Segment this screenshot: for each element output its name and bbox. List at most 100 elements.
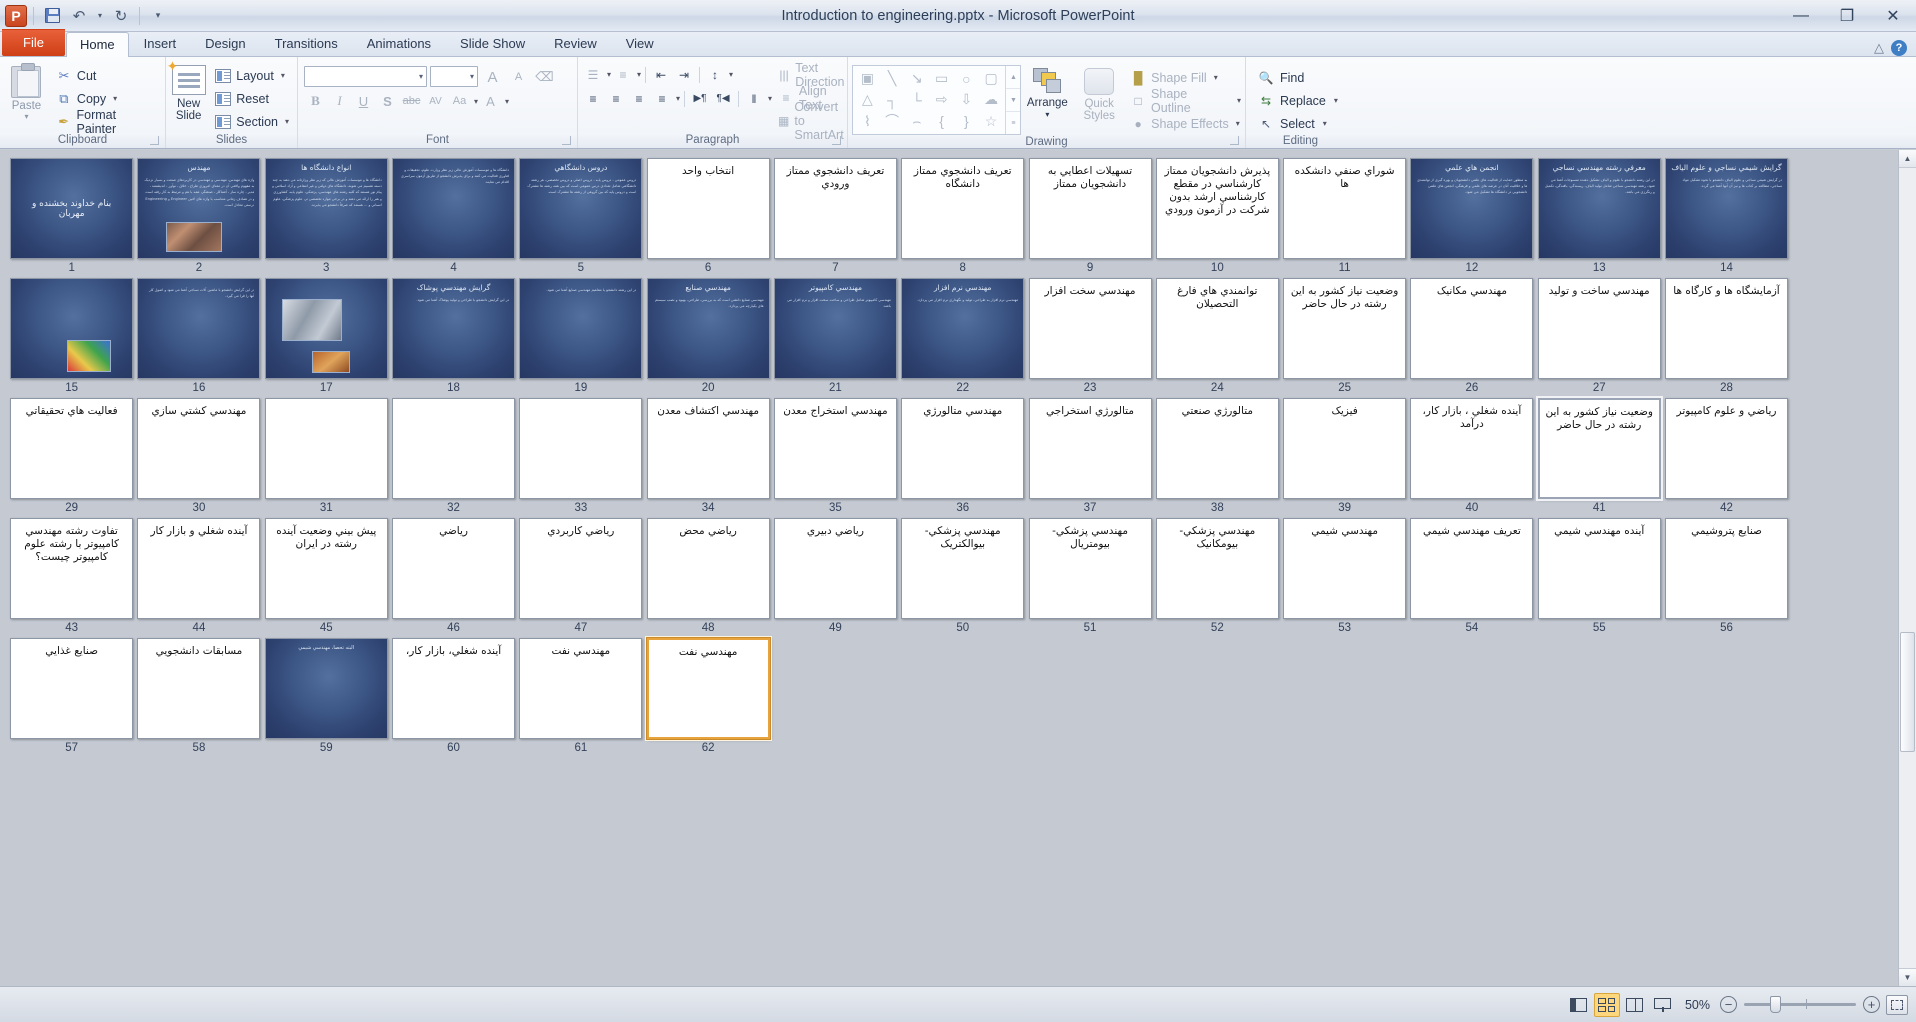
slide-thumbnail[interactable]: آينده شغلي ، بازار کار، درآمد (1410, 398, 1534, 499)
shape-item-12[interactable]: ⌇ (855, 111, 880, 132)
shapes-gallery[interactable]: ▣ ╲ ↘ ▭ ○ ▢ △ ┐ └ ⇨ ⇩ ☁ ⌇ ⌒ ⌢{} ☆ ▲ ▼ ≡ (852, 65, 1022, 135)
tab-slide-show[interactable]: Slide Show (446, 31, 539, 56)
find-button[interactable]: 🔍 Find (1254, 67, 1342, 88)
slide-thumbnail[interactable]: متالورژي صنعتي (1155, 398, 1279, 499)
slide-thumbnail-wrapper[interactable]: گرايش شيمي نساجي و علوم الياف در گرايش شي… (1663, 156, 1790, 261)
slide-cell[interactable]: آينده شغلي و بازار کار 44 (135, 516, 262, 635)
slide-cell[interactable]: انتخاب واحد 6 (644, 156, 771, 275)
slide-cell[interactable]: فعاليت هاي تحقيقاتي 29 (8, 396, 135, 515)
undo-button[interactable]: ↶ (67, 4, 91, 28)
slide-cell[interactable]: مسابقات دانشجويي 58 (135, 636, 262, 755)
slide-thumbnail-wrapper[interactable]: تعريف دانشجوي ممتاز دانشگاه (899, 156, 1026, 261)
paragraph-dialog-launcher[interactable] (832, 136, 841, 145)
replace-dropdown-icon[interactable]: ▾ (1334, 96, 1338, 105)
slide-cell[interactable]: آزمايشگاه ها و کارگاه ها 28 (1663, 276, 1790, 395)
slide-thumbnail[interactable]: رياضي کاربردي (519, 518, 643, 619)
slide-cell[interactable]: گرايش شيمي نساجي و علوم الياف در گرايش شي… (1663, 156, 1790, 275)
shapes-scroll-up-icon[interactable]: ▲ (1006, 66, 1021, 89)
slide-thumbnail-wrapper[interactable]: مهندسي صنايع مهندسي صنايع دانشي است که به… (645, 276, 772, 381)
shapes-scroll-down-icon[interactable]: ▼ (1006, 89, 1021, 112)
slide-cell[interactable]: گرايش مهندسي پوشاک در اين گرايش دانشجو با… (390, 276, 517, 395)
slide-thumbnail-wrapper[interactable]: رياضي (390, 516, 517, 621)
scroll-down-button[interactable]: ▼ (1899, 968, 1916, 986)
copy-dropdown-icon[interactable]: ▾ (113, 94, 117, 103)
zoom-out-button[interactable]: − (1720, 996, 1737, 1013)
slide-cell[interactable]: صنايع غذايي 57 (8, 636, 135, 755)
slide-thumbnail-wrapper[interactable]: مهندسي ساخت و توليد (1536, 276, 1663, 381)
slide-cell[interactable]: در اين رشته دانشجو با مفاهيم مهندسي صناي… (517, 276, 644, 395)
slide-thumbnail-wrapper[interactable]: آينده شغلي و بازار کار (135, 516, 262, 621)
slide-cell[interactable]: آينده مهندسي شيمي 55 (1536, 516, 1663, 635)
quick-access-toolbar[interactable]: P ↶ ▾ ↻ ▾ (0, 0, 170, 31)
slide-thumbnail[interactable] (519, 398, 643, 499)
line-spacing-button[interactable]: ↕ (704, 64, 726, 85)
drawing-dialog-launcher[interactable] (1230, 136, 1239, 145)
slide-thumbnail[interactable]: تعريف دانشجوي ممتاز دانشگاه (901, 158, 1025, 259)
slide-thumbnail[interactable]: در اين رشته دانشجو با مفاهيم مهندسي صناي… (519, 278, 643, 379)
slide-cell[interactable]: دروس دانشگاهي دروس عمومي ، دروس پايه ، در… (517, 156, 644, 275)
slide-cell[interactable]: دانشگاه ها و موسسات آموزش عالي زير نظر و… (390, 156, 517, 275)
justify-button[interactable]: ≡ (651, 88, 673, 109)
slide-cell[interactable]: مهندسي اکتشاف معدن 34 (644, 396, 771, 515)
shape-item-8[interactable]: └ (904, 89, 929, 110)
slide-cell[interactable]: مهندسي کامپيوتر مهندسي کامپيوتر شامل طراح… (772, 276, 899, 395)
font-size-dropdown-icon[interactable]: ▾ (470, 72, 474, 81)
slide-cell[interactable]: فيزيک 39 (1281, 396, 1408, 515)
change-case-dropdown-icon[interactable]: ▾ (474, 97, 478, 106)
underline-button[interactable]: U (352, 90, 375, 112)
slide-cell[interactable]: تعريف مهندسي شيمي 54 (1408, 516, 1535, 635)
slide-thumbnail[interactable]: گرايش مهندسي پوشاک در اين گرايش دانشجو با… (392, 278, 516, 379)
slide-thumbnail-wrapper[interactable] (263, 276, 390, 381)
bullets-dropdown-icon[interactable]: ▾ (607, 70, 611, 79)
slide-thumbnail[interactable]: دانشگاه ها و موسسات آموزش عالي زير نظر و… (392, 158, 516, 259)
shape-item-14[interactable]: ⌢ (904, 111, 929, 132)
clipboard-dialog-launcher[interactable] (150, 136, 159, 145)
slide-cell[interactable]: وضعيت نياز کشور به اين رشته در حال حاضر 4… (1535, 396, 1663, 515)
paste-button[interactable]: Paste ▾ (4, 62, 49, 121)
shape-item-4[interactable]: ○ (954, 68, 979, 89)
shape-outline-button[interactable]: □ Shape Outline ▾ (1130, 87, 1241, 115)
slide-cell[interactable]: متالورژي استخراجي 37 (1026, 396, 1153, 515)
clear-formatting-button[interactable]: ⌫ (533, 66, 556, 88)
shape-item-3[interactable]: ▭ (929, 68, 954, 89)
slide-thumbnail-wrapper[interactable]: پيش بيني وضعيت آينده رشته در ايران (263, 516, 390, 621)
slide-cell[interactable]: تفاوت رشته مهندسي کامپيوتر با رشته علوم … (8, 516, 135, 635)
slide-thumbnail[interactable]: مهندسي مکانيک (1410, 278, 1534, 379)
font-color-dropdown-icon[interactable]: ▾ (505, 97, 509, 106)
rtl-button[interactable]: ¶◀ (712, 88, 734, 109)
slide-thumbnail-wrapper[interactable]: رياضي کاربردي (517, 516, 644, 621)
slide-cell[interactable]: مهندسي نفت 61 (517, 636, 644, 755)
slide-cell[interactable]: شوراي صنفي دانشکده ها 11 (1281, 156, 1408, 275)
shape-item-16[interactable]: } (954, 111, 979, 132)
slide-cell[interactable]: انواع دانشگاه ها دانشگاه ها و موسسات آموز… (263, 156, 390, 275)
slide-cell[interactable]: توانمندي هاي فارغ التحصيلان 24 (1154, 276, 1281, 395)
select-dropdown-icon[interactable]: ▾ (1323, 119, 1327, 128)
slide-thumbnail[interactable]: مهندسي نفت (645, 637, 771, 740)
slide-cell[interactable]: رياضي دبيري 49 (772, 516, 899, 635)
slide-thumbnail[interactable]: پيش بيني وضعيت آينده رشته در ايران (264, 518, 388, 619)
slide-thumbnail[interactable]: گرايش شيمي نساجي و علوم الياف در گرايش شي… (1665, 158, 1788, 259)
tab-file[interactable]: File (2, 29, 65, 56)
slide-cell[interactable]: رياضي 46 (390, 516, 517, 635)
slide-thumbnail[interactable]: در اين گرايش دانشجو با ماشين آلات نساجي … (137, 278, 261, 379)
slide-thumbnail-wrapper[interactable]: مهندسي نفت (645, 636, 772, 741)
slide-cell[interactable]: 33 (517, 396, 644, 515)
slide-thumbnail[interactable]: بنام خداوند بخشنده و مهربان (10, 158, 134, 259)
slide-thumbnail-wrapper[interactable]: رياضي و علوم کامپيوتر (1663, 396, 1790, 501)
shape-fill-button[interactable]: █ Shape Fill ▾ (1130, 67, 1241, 88)
text-shadow-button[interactable]: S (376, 90, 399, 112)
slide-thumbnail-wrapper[interactable]: دانشگاه ها و موسسات آموزش عالي زير نظر و… (390, 156, 517, 261)
slide-thumbnail[interactable]: البته تحصا، مهندسي شيمي (264, 638, 388, 739)
slide-thumbnail-wrapper[interactable]: معرفي رشته مهندسي نساجي در اين رشته دانشج… (1536, 156, 1663, 261)
slide-cell[interactable]: مهندسي شيمي 53 (1281, 516, 1408, 635)
slide-sorter-pane[interactable]: بنام خداوند بخشنده و مهربان 1 مهندس واژه ها… (0, 150, 1916, 986)
columns-button[interactable]: ‖ (743, 88, 765, 109)
shapes-gallery-scrollbar[interactable]: ▲ ▼ ≡ (1005, 66, 1021, 134)
change-case-button[interactable]: Aa (448, 90, 471, 112)
close-button[interactable]: ✕ (1870, 0, 1916, 32)
slide-thumbnail-wrapper[interactable]: متالورژي صنعتي (1154, 396, 1281, 501)
line-spacing-dropdown-icon[interactable]: ▾ (729, 70, 733, 79)
slide-cell[interactable]: پذيرش دانشجويان ممتاز کارشناسي در مقطع ک… (1154, 156, 1281, 275)
slide-thumbnail-wrapper[interactable]: مهندسي پزشکي-بيومکانيک (1154, 516, 1281, 621)
slide-thumbnail-wrapper[interactable]: متالورژي استخراجي (1027, 396, 1154, 501)
